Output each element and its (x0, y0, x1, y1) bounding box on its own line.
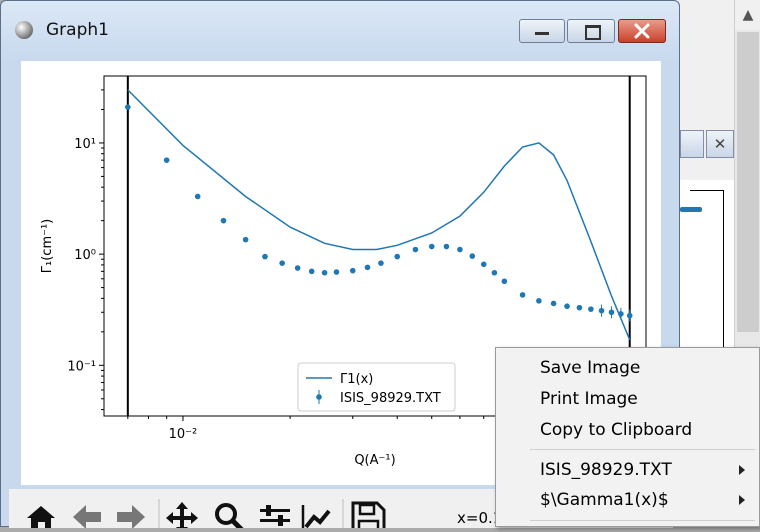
data-point (125, 104, 131, 110)
data-point (294, 265, 301, 271)
data-point (480, 261, 487, 268)
data-point (576, 304, 583, 311)
data-point (279, 260, 285, 266)
menu-item-copy-to-clipboard[interactable]: Copy to Clipboard (540, 420, 692, 440)
y-tick-label: 10⁰ (74, 248, 96, 263)
data-point (220, 217, 227, 224)
configure-subplots-icon[interactable] (260, 505, 290, 532)
background-plot-data (680, 207, 702, 212)
zoom-icon[interactable] (215, 503, 244, 532)
legend-entry-data: ISIS_98929.TXT (340, 391, 441, 406)
submenu-arrow-icon (739, 495, 745, 505)
data-point (608, 309, 615, 316)
scroll-up-arrow-icon[interactable]: ▲ (735, 0, 760, 30)
data-point (536, 298, 542, 304)
window-app-icon (15, 21, 33, 39)
data-point (519, 292, 526, 298)
data-point (469, 253, 476, 259)
menu-item-gamma1[interactable]: $\Gamma1(x)$ (540, 490, 669, 510)
close-icon (634, 23, 650, 39)
menu-item-save-image[interactable]: Save Image (540, 358, 640, 378)
menu-separator (530, 520, 755, 521)
data-point (194, 193, 201, 200)
save-icon[interactable] (351, 501, 386, 532)
submenu-arrow-icon (739, 465, 745, 475)
y-tick-label: 10⁻¹ (67, 359, 96, 374)
data-point (242, 236, 249, 243)
minimize-button[interactable] (519, 19, 565, 43)
background-window-close-button[interactable]: ✕ (706, 130, 734, 158)
context-menu: Save Image Print Image Copy to Clipboard… (495, 347, 760, 527)
menu-item-isis-98929[interactable]: ISIS_98929.TXT (540, 460, 672, 480)
data-point (163, 157, 170, 163)
window-title: Graph1 (46, 20, 109, 40)
x-axis-label: Q(A⁻¹) (354, 453, 395, 468)
scrollbar-thumb[interactable] (737, 32, 759, 332)
data-point (457, 246, 463, 253)
data-point (412, 246, 419, 253)
data-point (394, 253, 401, 260)
data-point (564, 303, 570, 310)
y-tick-label: 10¹ (74, 137, 96, 152)
back-icon[interactable] (73, 505, 101, 529)
data-point (598, 307, 605, 314)
x-tick-label: 10⁻² (169, 427, 198, 442)
data-point (321, 269, 328, 276)
data-point (378, 260, 384, 266)
data-point (491, 269, 498, 276)
data-point (588, 306, 594, 312)
minimize-icon (535, 32, 549, 35)
data-point (550, 300, 557, 307)
data-point (443, 243, 450, 250)
home-icon[interactable] (27, 506, 55, 532)
y-axis-label: Γ₁(cm⁻¹) (40, 219, 55, 273)
data-point (333, 269, 340, 275)
edit-axis-icon[interactable] (301, 505, 333, 532)
maximize-icon (585, 25, 601, 40)
close-button[interactable] (618, 19, 666, 43)
legend-entry-model: Γ1(x) (340, 372, 373, 387)
data-point (262, 253, 268, 260)
menu-item-print-image[interactable]: Print Image (540, 389, 638, 409)
background-window-button[interactable] (680, 130, 704, 158)
data-point (428, 243, 435, 250)
data-point (364, 264, 371, 271)
data-point (618, 311, 624, 317)
data-point (308, 268, 315, 275)
data-point (626, 312, 633, 319)
data-point (349, 267, 356, 274)
forward-icon[interactable] (117, 505, 145, 529)
legend-marker-swatch (316, 394, 322, 400)
menu-separator (530, 449, 755, 450)
data-point (501, 278, 508, 285)
pan-icon[interactable] (166, 502, 198, 532)
maximize-button[interactable] (567, 19, 615, 43)
